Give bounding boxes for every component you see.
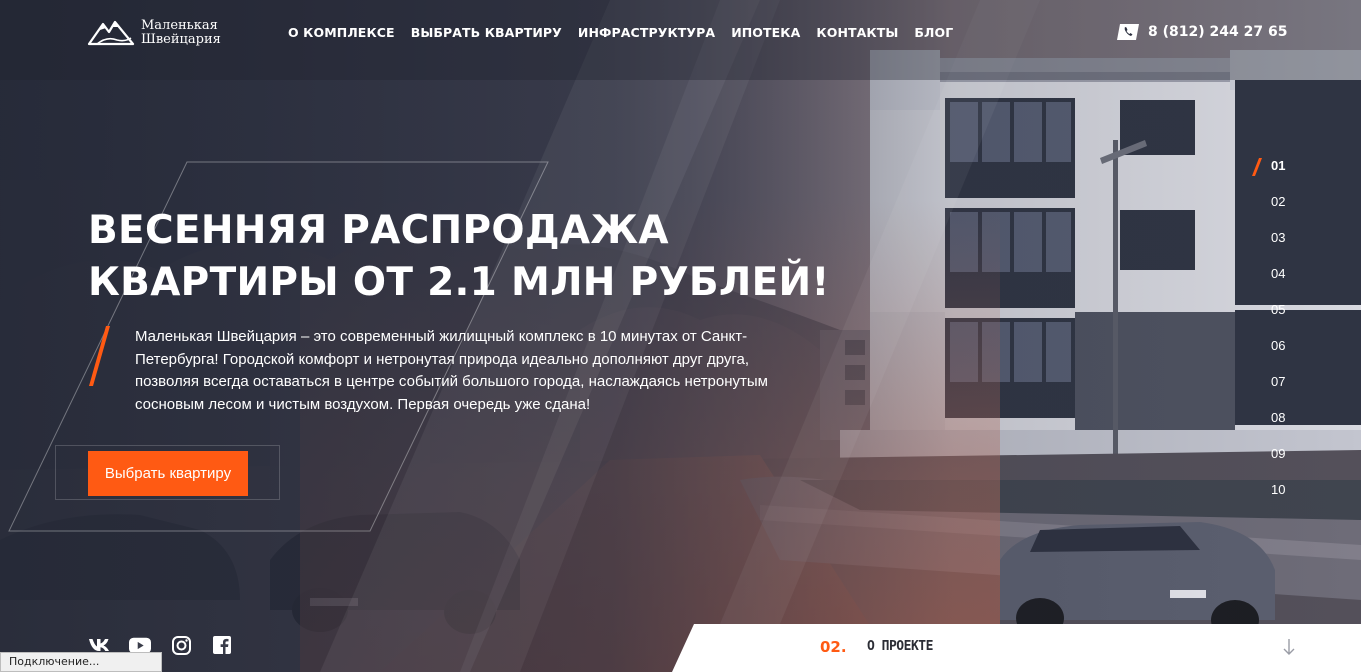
brand-name: Маленькая Швейцария	[141, 19, 221, 47]
slide-number-01[interactable]: 01	[1252, 156, 1296, 192]
slide-label: 03	[1271, 230, 1286, 245]
browser-status-bar: Подключение...	[0, 652, 162, 672]
nav-item-about[interactable]: О КОМПЛЕКСЕ	[288, 25, 395, 40]
arrow-down-icon[interactable]	[1282, 638, 1296, 656]
phone-icon	[1117, 24, 1139, 40]
mountain-logo-icon	[87, 20, 135, 46]
brand-name-line2: Швейцария	[141, 32, 221, 47]
hero-title: ВЕСЕННЯЯ РАСПРОДАЖА КВАРТИРЫ ОТ 2.1 МЛН …	[88, 205, 868, 309]
phone-number: 8 (812) 244 27 65	[1148, 24, 1288, 40]
slide-label: 01	[1271, 158, 1286, 173]
accent-slash-icon	[89, 326, 110, 386]
nav-item-infrastructure[interactable]: ИНФРАСТРУКТУРА	[578, 25, 715, 40]
slide-number-06[interactable]: 06	[1256, 336, 1296, 372]
slide-number-09[interactable]: 09	[1256, 444, 1296, 480]
brand-name-line1: Маленькая	[141, 18, 218, 33]
slide-label: 04	[1271, 266, 1286, 281]
header-phone[interactable]: 8 (812) 244 27 65	[1116, 23, 1287, 41]
slide-number-10[interactable]: 10	[1256, 480, 1296, 516]
nav-item-choose-apartment[interactable]: ВЫБРАТЬ КВАРТИРУ	[411, 25, 562, 40]
slide-label: 05	[1271, 302, 1286, 317]
hero-title-line1: ВЕСЕННЯЯ РАСПРОДАЖА	[88, 208, 669, 253]
nav-item-contacts[interactable]: КОНТАКТЫ	[816, 25, 898, 40]
brand-logo[interactable]: Маленькая Швейцария	[87, 18, 221, 48]
next-section-link[interactable]: О ПРОЕКТЕ	[867, 639, 933, 654]
slide-label: 02	[1271, 194, 1286, 209]
site-header: Маленькая Швейцария О КОМПЛЕКСЕ ВЫБРАТЬ …	[0, 0, 1361, 64]
instagram-icon[interactable]	[170, 634, 192, 656]
slide-number-08[interactable]: 08	[1256, 408, 1296, 444]
hero-description: Маленькая Швейцария – это современный жи…	[135, 328, 768, 413]
slide-number-05[interactable]: 05	[1256, 300, 1296, 336]
slide-label: 09	[1271, 446, 1286, 461]
nav-item-blog[interactable]: БЛОГ	[914, 25, 953, 40]
nav-item-mortgage[interactable]: ИПОТЕКА	[731, 25, 800, 40]
slide-number-02[interactable]: 02	[1256, 192, 1296, 228]
choose-apartment-button[interactable]: Выбрать квартиру	[88, 451, 248, 496]
slide-label: 08	[1271, 410, 1286, 425]
active-slide-slash-icon	[1252, 158, 1262, 176]
slide-label: 10	[1271, 482, 1286, 497]
slide-label: 07	[1271, 374, 1286, 389]
hero-title-line2: КВАРТИРЫ ОТ 2.1 МЛН РУБЛЕЙ!	[88, 260, 830, 305]
slide-number-03[interactable]: 03	[1256, 228, 1296, 264]
next-section-number: 02.	[820, 638, 847, 656]
slide-pagination: 01 02 03 04 05 06 07 08 09 10	[1252, 156, 1296, 516]
slide-number-04[interactable]: 04	[1256, 264, 1296, 300]
facebook-icon[interactable]	[211, 634, 233, 656]
main-nav: О КОМПЛЕКСЕ ВЫБРАТЬ КВАРТИРУ ИНФРАСТРУКТ…	[288, 25, 953, 40]
slide-label: 06	[1271, 338, 1286, 353]
slide-number-07[interactable]: 07	[1256, 372, 1296, 408]
